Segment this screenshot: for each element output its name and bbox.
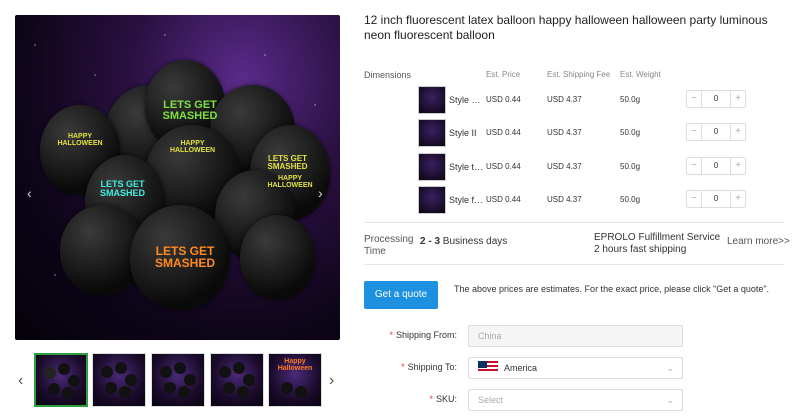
dimensions-label: Dimensions bbox=[364, 70, 412, 80]
fulfillment-service: EPROLO Fulfillment Service 2 hours fast … bbox=[594, 232, 721, 255]
balloon-text: HAPPY HALLOWEEN bbox=[169, 140, 216, 154]
increment-button[interactable]: + bbox=[730, 158, 745, 174]
variant-price: USD 0.44 bbox=[486, 128, 521, 137]
variant-row: Style II USD 0.44 USD 4.37 50.0g − 0 + bbox=[418, 119, 748, 149]
balloon-text: LETS GET SMASHED bbox=[154, 244, 215, 270]
learn-more-link[interactable]: Learn more>> bbox=[727, 236, 790, 247]
divider bbox=[364, 222, 784, 223]
shipping-from-label: * Shipping From: bbox=[389, 330, 457, 340]
est-weight-header: Est. Weight bbox=[620, 70, 661, 79]
processing-days: 2 - 3 Business days bbox=[420, 236, 508, 247]
variant-weight: 50.0g bbox=[620, 128, 641, 137]
variant-thumbnail[interactable] bbox=[418, 119, 446, 147]
quantity-input[interactable]: 0 bbox=[702, 158, 730, 174]
thumbnail[interactable] bbox=[34, 353, 88, 407]
main-image-next-arrow[interactable]: › bbox=[318, 185, 323, 201]
thumbnail[interactable] bbox=[92, 353, 146, 407]
chevron-down-icon: ⌄ bbox=[666, 395, 674, 405]
thumbnail[interactable] bbox=[151, 353, 205, 407]
quantity-stepper: − 0 + bbox=[686, 123, 746, 141]
balloon-text: LETS GET SMASHED bbox=[267, 154, 308, 171]
sku-select[interactable]: Select ⌄ bbox=[468, 389, 683, 411]
quantity-input[interactable]: 0 bbox=[702, 91, 730, 107]
quantity-input[interactable]: 0 bbox=[702, 191, 730, 207]
variant-style: Style … bbox=[449, 95, 481, 105]
est-price-header: Est. Price bbox=[486, 70, 521, 79]
variant-shipping: USD 4.37 bbox=[547, 162, 582, 171]
divider bbox=[364, 264, 784, 265]
variant-thumbnail[interactable] bbox=[418, 86, 446, 114]
variant-shipping: USD 4.37 bbox=[547, 128, 582, 137]
variant-thumbnail[interactable] bbox=[418, 186, 446, 214]
decrement-button[interactable]: − bbox=[687, 91, 702, 107]
quantity-stepper: − 0 + bbox=[686, 190, 746, 208]
variant-style: Style f… bbox=[449, 195, 483, 205]
variant-row: Style … USD 0.44 USD 4.37 50.0g − 0 + bbox=[418, 86, 748, 116]
balloon-text: LETS GET SMASHED bbox=[162, 99, 218, 122]
main-image-prev-arrow[interactable]: ‹ bbox=[27, 185, 32, 201]
shipping-to-select[interactable]: America ⌄ bbox=[468, 357, 683, 379]
variant-weight: 50.0g bbox=[620, 95, 641, 104]
balloon-text: HAPPY HALLOWEEN bbox=[57, 133, 103, 147]
thumbnail-text: Happy Halloween bbox=[277, 358, 313, 372]
decrement-button[interactable]: − bbox=[687, 124, 702, 140]
variant-weight: 50.0g bbox=[620, 195, 641, 204]
thumbnail-prev-arrow[interactable]: ‹ bbox=[18, 372, 23, 390]
balloon bbox=[240, 215, 315, 300]
thumbnail-next-arrow[interactable]: › bbox=[329, 372, 334, 390]
chevron-down-icon: ⌄ bbox=[666, 363, 674, 373]
variant-weight: 50.0g bbox=[620, 162, 641, 171]
increment-button[interactable]: + bbox=[730, 124, 745, 140]
decrement-button[interactable]: − bbox=[687, 191, 702, 207]
quantity-input[interactable]: 0 bbox=[702, 124, 730, 140]
decrement-button[interactable]: − bbox=[687, 158, 702, 174]
get-quote-button[interactable]: Get a quote bbox=[364, 281, 438, 309]
variant-shipping: USD 4.37 bbox=[547, 95, 582, 104]
product-title: 12 inch fluorescent latex balloon happy … bbox=[364, 13, 768, 42]
shipping-from-field: China bbox=[468, 325, 683, 347]
variant-style: Style t… bbox=[449, 162, 483, 172]
variant-row: Style t… USD 0.44 USD 4.37 50.0g − 0 + bbox=[418, 153, 748, 183]
quote-note: The above prices are estimates. For the … bbox=[454, 284, 770, 294]
variant-style: Style II bbox=[449, 128, 477, 138]
shipping-to-label: * Shipping To: bbox=[401, 362, 457, 372]
thumbnail[interactable] bbox=[210, 353, 264, 407]
sku-label: * SKU: bbox=[429, 394, 457, 404]
est-shipping-header: Est. Shipping Fee bbox=[547, 70, 611, 79]
variant-price: USD 0.44 bbox=[486, 162, 521, 171]
balloon-text: LETS GET SMASHED bbox=[99, 179, 145, 198]
processing-time-label: Processing Time bbox=[364, 234, 414, 257]
balloon-text: HAPPY HALLOWEEN bbox=[267, 175, 313, 189]
variant-price: USD 0.44 bbox=[486, 95, 521, 104]
variant-thumbnail[interactable] bbox=[418, 153, 446, 181]
increment-button[interactable]: + bbox=[730, 191, 745, 207]
quantity-stepper: − 0 + bbox=[686, 157, 746, 175]
thumbnail[interactable]: Happy Halloween bbox=[268, 353, 322, 407]
variant-row: Style f… USD 0.44 USD 4.37 50.0g − 0 + bbox=[418, 186, 748, 216]
quantity-stepper: − 0 + bbox=[686, 90, 746, 108]
variant-price: USD 0.44 bbox=[486, 195, 521, 204]
us-flag-icon bbox=[478, 361, 498, 373]
increment-button[interactable]: + bbox=[730, 91, 745, 107]
variant-shipping: USD 4.37 bbox=[547, 195, 582, 204]
main-product-image: LETS GET SMASHED HAPPY HALLOWEEN HAPPY H… bbox=[15, 15, 340, 340]
